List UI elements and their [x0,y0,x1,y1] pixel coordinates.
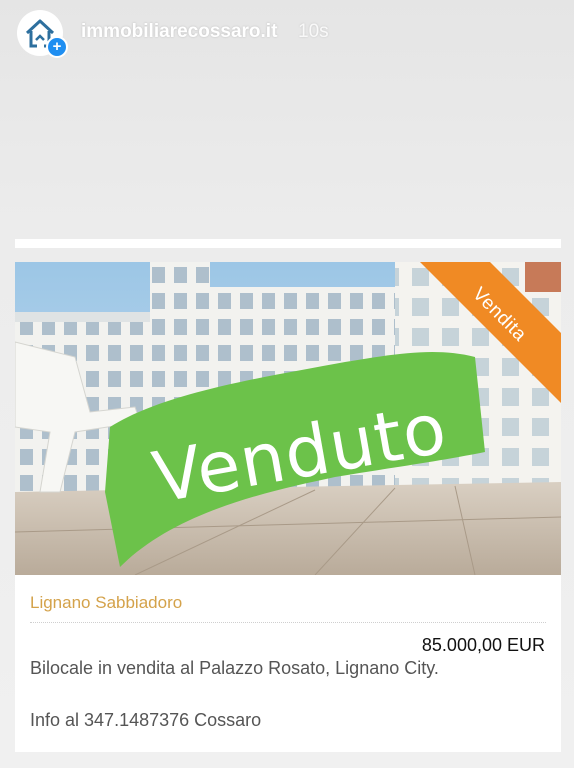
story-timestamp: 10s [298,21,329,42]
add-story-icon: + [46,36,68,58]
account-name[interactable]: immobiliarecossaro.it [81,21,277,43]
previous-card-edge [15,239,561,248]
listing-location[interactable]: Lignano Sabbiadoro [30,593,182,613]
story-header: + immobiliarecossaro.it 10s [0,0,574,64]
listing-price: 85.000,00 EUR [421,635,545,655]
listing-description: Bilocale in vendita al Palazzo Rosato, L… [30,658,439,678]
divider [30,622,546,623]
listing-contact: Info al 347.1487376 Cossaro [30,710,262,730]
listing-card[interactable]: Vendita Venduto Lignano Sabbiadoro 85.00… [15,262,561,752]
